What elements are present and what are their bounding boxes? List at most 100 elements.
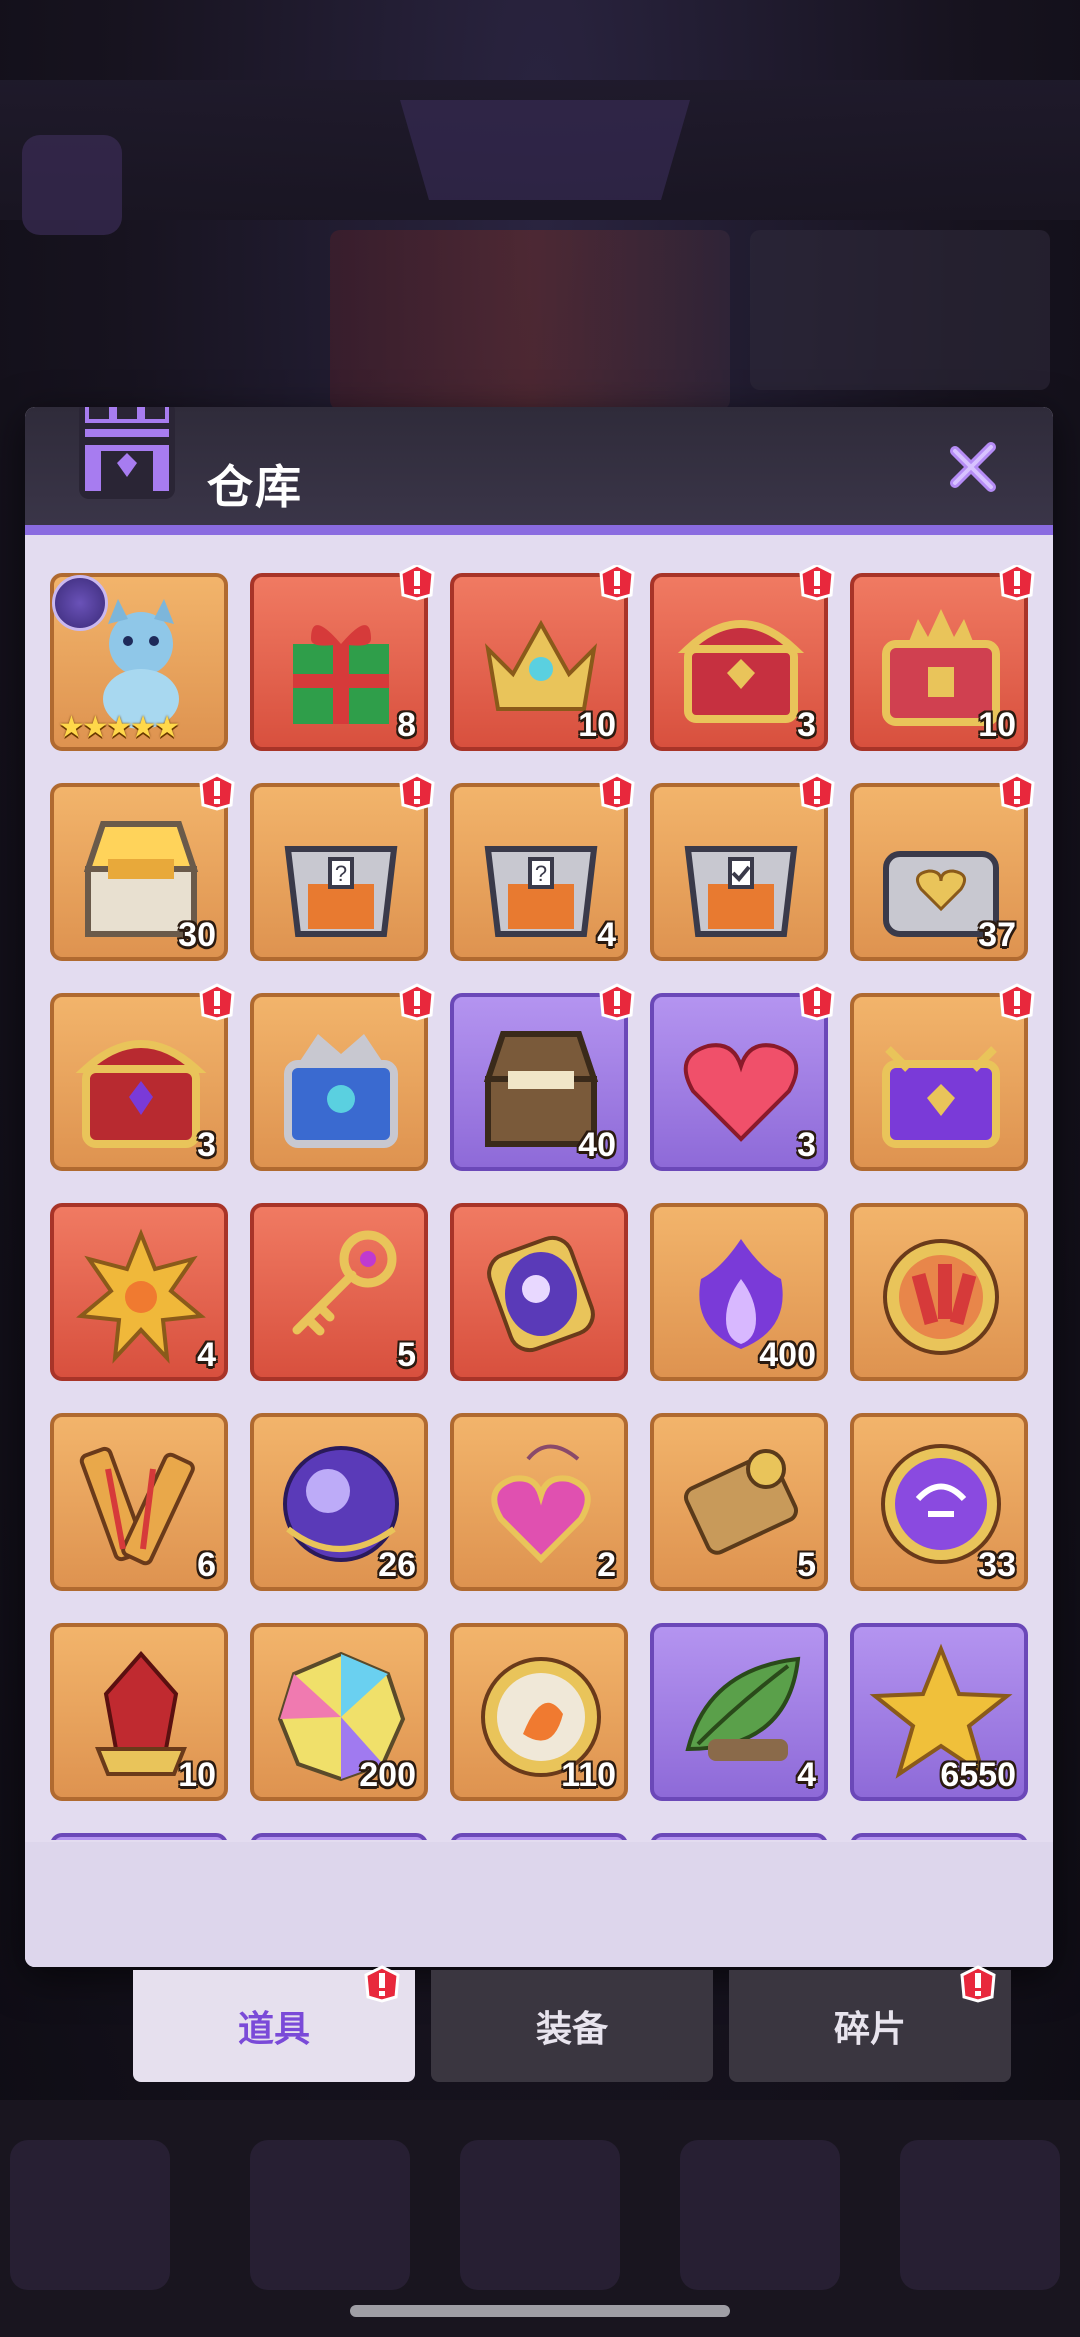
item-quantity: 5 [797, 1546, 816, 1584]
inventory-item[interactable]: 40 [450, 983, 635, 1171]
item-quantity: 110 [561, 1756, 616, 1794]
item-quantity: 33 [978, 1546, 1016, 1584]
inventory-item[interactable] [50, 1833, 228, 1840]
background-nav-icon [900, 2140, 1060, 2290]
inventory-item[interactable]: 4 [50, 1203, 228, 1381]
inventory-item[interactable]: 200 [250, 1623, 428, 1801]
class-badge-icon [52, 575, 108, 631]
inventory-item[interactable]: ★★★★★ [50, 573, 228, 751]
item-quantity: 4 [597, 916, 616, 954]
background-banner [400, 100, 690, 200]
inventory-item[interactable]: 5 [250, 1203, 428, 1381]
alert-badge-icon [598, 565, 636, 601]
alert-badge-icon [998, 565, 1036, 601]
alert-badge-icon [798, 983, 836, 1021]
inventory-item[interactable]: 400 [650, 1203, 828, 1381]
item-quantity: 4 [197, 1336, 216, 1374]
inventory-item[interactable] [450, 1833, 628, 1840]
inventory-item[interactable] [850, 983, 1035, 1171]
close-button[interactable] [945, 437, 1005, 497]
inventory-item[interactable]: 6 [50, 1413, 228, 1591]
inventory-item[interactable]: ? 4 [450, 773, 635, 961]
panel-header-stripe [25, 525, 1053, 535]
red-heart-icon [683, 1043, 799, 1142]
svg-text:?: ? [535, 861, 547, 886]
background-event-art [330, 230, 730, 410]
inventory-item[interactable]: ? [250, 773, 435, 961]
inventory-item[interactable]: 110 [450, 1623, 628, 1801]
inventory-item[interactable]: 5 [650, 1413, 828, 1591]
item-quantity: 30 [178, 916, 216, 954]
inventory-item[interactable] [650, 1833, 828, 1840]
item-quantity: 3 [797, 1126, 816, 1164]
item-quantity: 6550 [940, 1756, 1016, 1794]
alert-badge-icon [398, 983, 436, 1021]
alert-badge-icon [798, 565, 836, 601]
item-quantity: 5 [397, 1336, 416, 1374]
item-quantity: 400 [759, 1336, 816, 1374]
item-quantity: 2 [597, 1546, 616, 1584]
inventory-item[interactable] [850, 1833, 1028, 1840]
inventory-item[interactable]: 8 [250, 565, 435, 751]
inventory-item[interactable] [250, 983, 435, 1171]
inventory-item[interactable]: 10 [50, 1623, 228, 1801]
tab-fragments[interactable]: 碎片 [729, 1965, 1011, 2082]
red-gem-chest-icon [75, 1040, 207, 1148]
background-nav-icon [680, 2140, 840, 2290]
leaf-icon [685, 1656, 801, 1761]
inventory-item[interactable]: 37 [850, 773, 1035, 961]
galaxy-orb-amulet-icon [487, 1235, 595, 1353]
gold-red-chest-icon [677, 620, 805, 723]
purple-crest-chest-icon [882, 1046, 1000, 1148]
inventory-item[interactable] [650, 773, 835, 961]
inventory-item[interactable]: 3 [650, 565, 835, 751]
item-quantity: 10 [578, 706, 616, 744]
item-quantity: 37 [978, 916, 1016, 954]
star-rating: ★★★★★ [58, 710, 180, 745]
alert-badge-icon [363, 1965, 401, 2003]
warehouse-panel: 仓库 ★★★★★ 8 10 3 10 30?? 4 37 3 40 3 4 5 400 6 26 2 5 33 10 2… [25, 407, 1053, 1967]
item-quantity: 10 [178, 1756, 216, 1794]
inventory-item[interactable]: 30 [50, 773, 235, 961]
inventory-item[interactable] [250, 1833, 428, 1840]
heart-pendant-icon [491, 1444, 591, 1564]
fireworks-medal-icon [883, 1239, 999, 1355]
alert-badge-icon [398, 565, 436, 601]
mystery-armor-chest-icon: ? [484, 846, 598, 937]
background-nav-icon [460, 2140, 620, 2290]
background-avatar [22, 135, 122, 235]
alert-badge-icon [959, 1965, 997, 2003]
alert-badge-icon [198, 983, 236, 1021]
inventory-item[interactable]: 4 [650, 1623, 828, 1801]
inventory-item[interactable]: 10 [850, 565, 1035, 751]
firework-tubes-icon [79, 1446, 195, 1566]
alert-badge-icon [398, 773, 436, 811]
inventory-item[interactable] [450, 1203, 628, 1381]
inventory-item[interactable]: 2 [450, 1413, 628, 1591]
alert-badge-icon [598, 983, 636, 1021]
tab-equipment[interactable]: 装备 [431, 1970, 713, 2082]
item-quantity: 200 [359, 1756, 416, 1794]
warehouse-icon [79, 407, 175, 499]
panel-footer [25, 1842, 1053, 1967]
panel-header: 仓库 [25, 407, 1053, 525]
item-quantity: 4 [797, 1756, 816, 1794]
inventory-item[interactable]: 26 [250, 1413, 428, 1591]
inventory-item[interactable] [850, 1203, 1028, 1381]
panel-title: 仓库 [207, 460, 303, 514]
tab-items[interactable]: 道具 [133, 1965, 415, 2082]
item-quantity: 6 [197, 1546, 216, 1584]
inventory-item[interactable]: 6550 [850, 1623, 1028, 1801]
inventory-item[interactable]: 33 [850, 1413, 1028, 1591]
gift-box-icon [293, 625, 389, 724]
home-indicator[interactable] [350, 2305, 730, 2317]
background-nav-icon [250, 2140, 410, 2290]
inventory-item[interactable]: 10 [450, 565, 635, 751]
tab-label: 装备 [535, 2009, 608, 2050]
ornate-key-icon [292, 1230, 397, 1336]
item-quantity: 10 [978, 706, 1016, 744]
mystery-armor-chest-icon: ? [284, 846, 398, 937]
inventory-item[interactable]: 3 [650, 983, 835, 1171]
inventory-item[interactable]: 3 [50, 983, 235, 1171]
item-quantity: 40 [578, 1126, 616, 1164]
